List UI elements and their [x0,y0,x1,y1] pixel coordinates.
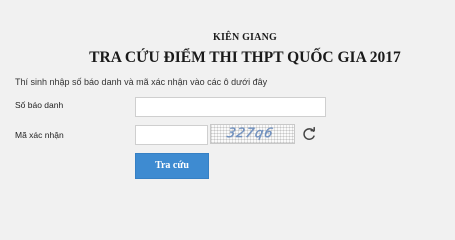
page: KIÊN GIANG TRA CỨU ĐIỂM THI THPT QUỐC GI… [0,0,455,231]
captcha-image: 327q6 [210,124,295,144]
captcha-label: Mã xác nhận [15,130,64,140]
form-instruction: Thí sinh nhập số báo danh và mã xác nhận… [15,77,268,87]
province-heading: KIÊN GIANG [213,32,277,43]
candidate-number-input[interactable] [135,97,326,117]
page-title: TRA CỨU ĐIỂM THI THPT QUỐC GIA 2017 [89,49,401,66]
search-button[interactable]: Tra cứu [135,153,209,179]
captcha-input[interactable] [135,125,208,145]
captcha-code: 327q6 [225,126,275,141]
refresh-icon[interactable] [301,126,317,142]
candidate-number-label: Số báo danh [15,100,64,110]
